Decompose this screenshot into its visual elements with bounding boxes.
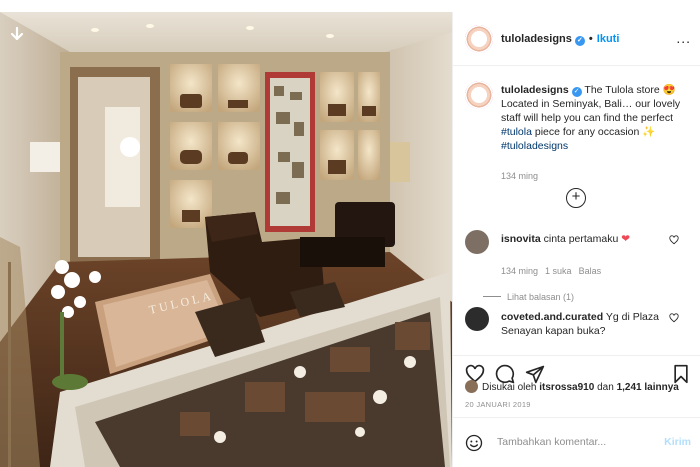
comment-body: cinta pertamaku: [543, 233, 619, 245]
separator-dot: •: [588, 33, 593, 45]
comment-username[interactable]: isnovita: [501, 233, 541, 245]
likes-prefix: Disukai oleh: [482, 382, 537, 393]
caption-text: tuloladesigns ✓ The Tulola store 😍 Locate…: [501, 83, 691, 153]
caption-timestamp[interactable]: 134 ming: [501, 171, 538, 181]
sparkles-emoji: ✨: [642, 126, 656, 138]
store-interior-image: TULOLA: [0, 12, 452, 467]
post-date[interactable]: 20 JANUARI 2019: [465, 400, 531, 409]
comment-heart-icon[interactable]: [669, 235, 679, 248]
more-options-icon[interactable]: ...: [676, 30, 691, 46]
avatar[interactable]: [465, 25, 493, 53]
hashtag-link[interactable]: #tulola: [501, 126, 532, 138]
caption-avatar[interactable]: [465, 81, 493, 109]
comment-text: coveted.and.curated Yg di Plaza Senayan …: [501, 310, 681, 338]
caption-segment: piece for any occasion: [531, 126, 643, 138]
avatar[interactable]: [465, 230, 489, 254]
likes-connector: dan: [597, 382, 614, 393]
comment-time[interactable]: 134 ming: [501, 266, 538, 276]
heart-eyes-emoji: 😍: [662, 84, 676, 96]
follow-button[interactable]: Ikuti: [597, 33, 620, 45]
reply-button[interactable]: Balas: [579, 266, 602, 276]
post-photo[interactable]: TULOLA: [0, 12, 452, 467]
arrow-down-icon[interactable]: [9, 26, 25, 42]
red-heart-emoji: ❤: [621, 233, 631, 245]
liker-avatar: [465, 380, 478, 393]
comment-heart-icon[interactable]: [669, 313, 679, 326]
likes-summary: Disukai oleh itsrossa910 dan 1,241 lainn…: [465, 380, 700, 395]
comment-input[interactable]: [497, 436, 647, 448]
post-viewer: TULOLA tuloladesigns ✓ • Ikuti ... tulol…: [0, 0, 700, 467]
verified-icon: ✓: [574, 36, 585, 46]
smile-icon[interactable]: [465, 434, 483, 452]
hashtag-link[interactable]: #tuloladesigns: [501, 140, 568, 152]
view-replies-link[interactable]: Lihat balasan (1): [507, 292, 574, 302]
comment-meta: 134 ming 1 suka Balas: [501, 266, 608, 276]
likes-count[interactable]: 1,241 lainnya: [617, 382, 679, 393]
comment-likes[interactable]: 1 suka: [545, 266, 572, 276]
caption-segment: The Tulola store: [581, 84, 663, 96]
post-side-panel: tuloladesigns ✓ • Ikuti ... tuloladesigns ✓ …: [452, 12, 700, 467]
post-comment-button[interactable]: Kirim: [664, 436, 691, 448]
header-username[interactable]: tuloladesigns: [501, 33, 572, 45]
plus-circle-icon[interactable]: +: [566, 188, 586, 208]
comment-text: isnovita cinta pertamaku ❤: [501, 232, 681, 246]
caption-segment: Located in Seminyak, Bali… our lovely st…: [501, 98, 681, 124]
liker-username[interactable]: itsrossa910: [539, 382, 594, 393]
caption-username[interactable]: tuloladesigns: [501, 84, 569, 96]
post-header: tuloladesigns ✓ • Ikuti ...: [453, 12, 700, 66]
comment-username[interactable]: coveted.and.curated: [501, 311, 603, 323]
add-comment-bar: Kirim: [453, 417, 700, 467]
verified-icon: ✓: [571, 87, 582, 97]
avatar[interactable]: [465, 307, 489, 331]
header-username-row: tuloladesigns ✓ • Ikuti: [501, 33, 619, 46]
